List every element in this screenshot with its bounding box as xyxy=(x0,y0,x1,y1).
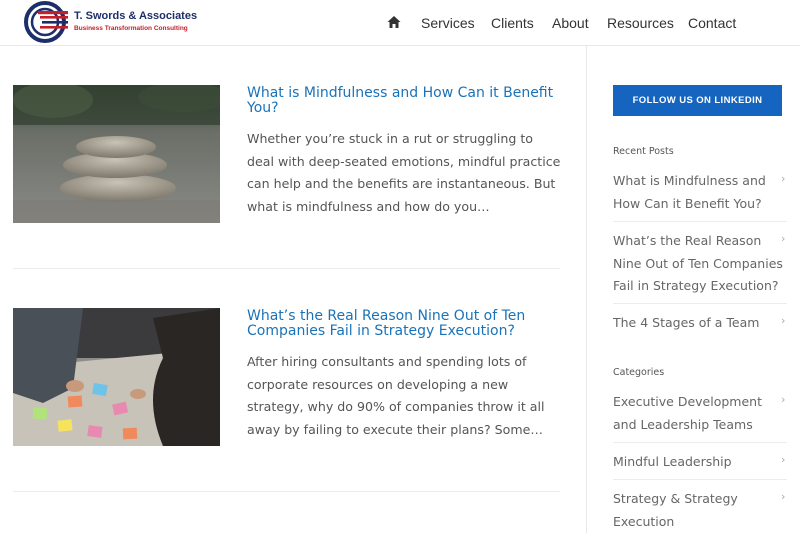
recent-posts-title: Recent Posts xyxy=(613,146,674,157)
post-excerpt: After hiring consultants and spending lo… xyxy=(247,354,545,438)
sidebar-separator xyxy=(613,442,787,443)
chevron-right-icon: › xyxy=(781,393,786,406)
sidebar-separator xyxy=(613,221,787,222)
categories-title: Categories xyxy=(613,367,665,378)
nav-clients[interactable]: Clients xyxy=(491,15,534,31)
recent-post-link[interactable]: The 4 Stages of a Team xyxy=(613,312,788,335)
recent-post-link[interactable]: What is Mindfulness and How Can it Benef… xyxy=(613,170,788,215)
sidebar-separator xyxy=(613,303,787,304)
post-title[interactable]: What’s the Real Reason Nine Out of Ten C… xyxy=(247,309,567,338)
strategy-meeting-image xyxy=(13,308,220,446)
logo-name: T. Swords & Associates xyxy=(74,10,198,22)
post-excerpt: Whether you’re stuck in a rut or struggl… xyxy=(247,131,561,215)
category-link[interactable]: Strategy & Strategy Execution xyxy=(613,488,788,533)
category-link[interactable]: Executive Development and Leadership Tea… xyxy=(613,391,788,436)
logo-tagline: Business Transformation Consulting xyxy=(74,25,188,32)
stacked-stones-image xyxy=(13,85,220,223)
nav-contact[interactable]: Contact xyxy=(688,15,736,31)
chevron-right-icon: › xyxy=(781,314,786,327)
home-icon[interactable] xyxy=(386,14,402,30)
sidebar-separator xyxy=(613,479,787,480)
site-header: T. Swords & Associates Business Transfor… xyxy=(0,0,800,46)
post-separator xyxy=(13,491,560,492)
category-link[interactable]: Mindful Leadership xyxy=(613,451,788,474)
sidebar-divider xyxy=(586,46,587,533)
chevron-right-icon: › xyxy=(781,453,786,466)
post-image-strategy[interactable] xyxy=(13,308,220,446)
nav-resources[interactable]: Resources xyxy=(607,15,674,31)
chevron-right-icon: › xyxy=(781,172,786,185)
chevron-right-icon: › xyxy=(781,490,786,503)
nav-services[interactable]: Services xyxy=(421,15,475,31)
post-separator xyxy=(13,268,560,269)
post-title[interactable]: What is Mindfulness and How Can it Benef… xyxy=(247,86,567,115)
nav-about[interactable]: About xyxy=(552,15,589,31)
logo-mark-icon xyxy=(24,1,68,43)
recent-post-link[interactable]: What’s the Real Reason Nine Out of Ten C… xyxy=(613,230,788,298)
follow-linkedin-button[interactable]: FOLLOW US ON LINKEDIN xyxy=(613,85,782,116)
chevron-right-icon: › xyxy=(781,232,786,245)
site-logo[interactable]: T. Swords & Associates Business Transfor… xyxy=(24,1,198,43)
post-image-stones[interactable] xyxy=(13,85,220,223)
